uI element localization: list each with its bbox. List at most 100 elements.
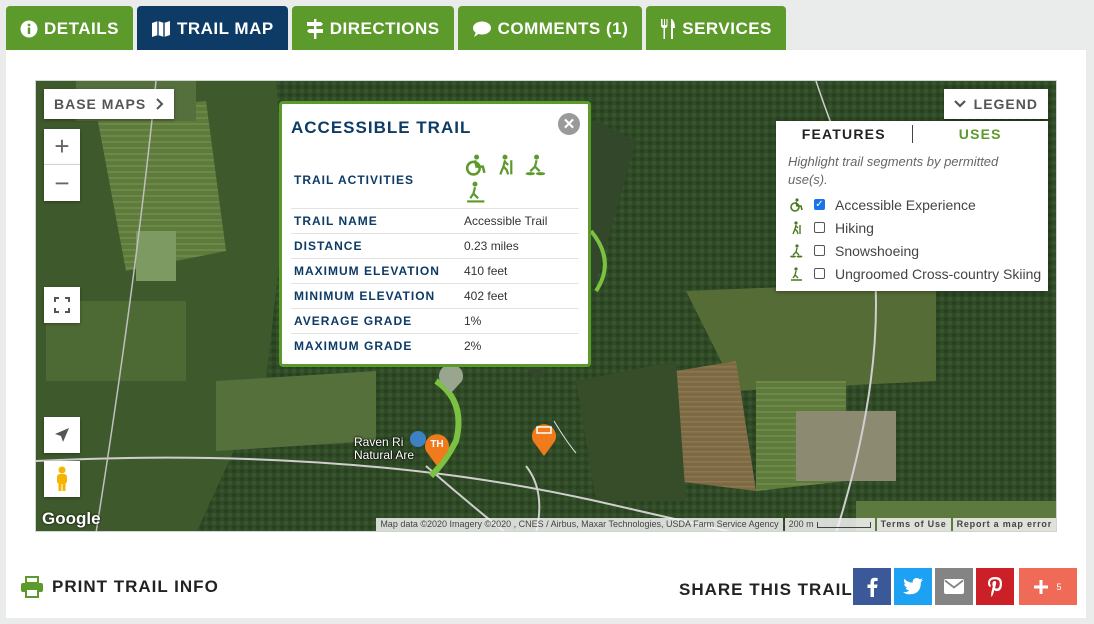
share-pinterest-button[interactable] xyxy=(976,568,1014,605)
tab-trail-map[interactable]: TRAIL MAP xyxy=(136,6,288,51)
base-maps-button[interactable]: BASE MAPS xyxy=(44,89,175,119)
row-key: TRAIL NAME xyxy=(291,208,464,234)
zoom-in-button[interactable]: + xyxy=(44,129,80,165)
scale-indicator: 200 m xyxy=(784,518,875,531)
legend-button-label: LEGEND xyxy=(973,96,1038,112)
tab-comments-label: COMMENTS (1) xyxy=(497,18,629,38)
trail-map[interactable]: TH BASE MAPS + − Google Raven Ri Natural… xyxy=(35,80,1057,532)
skier-icon xyxy=(464,181,486,206)
legend-panel: FEATURES USES Highlight trail segments b… xyxy=(776,121,1048,291)
table-row: TRAIL ACTIVITIES xyxy=(291,152,579,209)
info-icon xyxy=(20,20,38,38)
place-label-line2: Natural Are xyxy=(354,448,415,462)
envelope-icon xyxy=(944,579,964,594)
legend-tab-uses[interactable]: USES xyxy=(912,121,1048,147)
street-view-button[interactable] xyxy=(44,461,80,497)
place-label: Raven Ri Natural Are xyxy=(354,436,414,462)
wheelchair-icon xyxy=(464,154,486,179)
row-value: Accessible Trail xyxy=(464,208,579,234)
trail-info-popup: ACCESSIBLE TRAIL ✕ TRAIL ACTIVITIES TRAI… xyxy=(279,101,591,367)
tab-comments[interactable]: COMMENTS (1) xyxy=(457,6,643,51)
activities-label: TRAIL ACTIVITIES xyxy=(291,152,464,209)
legend-tab-features[interactable]: FEATURES xyxy=(776,125,913,143)
popup-title: ACCESSIBLE TRAIL xyxy=(291,118,472,137)
fullscreen-button[interactable] xyxy=(44,287,80,323)
report-error-link[interactable]: Report a map error xyxy=(952,518,1056,531)
chevron-right-icon xyxy=(156,98,164,110)
checkbox-snowshoeing[interactable] xyxy=(814,245,825,256)
tab-services-label: SERVICES xyxy=(682,18,772,38)
zoom-out-button[interactable]: − xyxy=(44,165,80,201)
snowshoe-icon xyxy=(524,154,546,179)
tab-details-label: DETAILS xyxy=(44,18,119,38)
hiker-icon xyxy=(786,220,806,235)
map-icon xyxy=(151,20,171,38)
tab-services[interactable]: SERVICES xyxy=(646,6,786,51)
signpost-icon xyxy=(306,18,324,39)
close-button[interactable]: ✕ xyxy=(558,113,580,135)
row-key: AVERAGE GRADE xyxy=(291,308,464,334)
legend-item-hiking[interactable]: Hiking xyxy=(776,216,1048,239)
scale-bar xyxy=(816,521,871,528)
skier-icon xyxy=(786,266,806,281)
row-key: MAXIMUM ELEVATION xyxy=(291,258,464,284)
close-icon: ✕ xyxy=(562,116,576,133)
activity-icons xyxy=(464,154,560,206)
row-key: DISTANCE xyxy=(291,233,464,259)
wheelchair-icon xyxy=(786,197,806,212)
comment-icon xyxy=(472,20,492,38)
table-row: TRAIL NAME Accessible Trail xyxy=(291,208,579,234)
attribution-text: Map data ©2020 Imagery ©2020 , CNES / Ai… xyxy=(376,518,783,531)
facebook-icon xyxy=(866,577,878,597)
legend-item-label: Snowshoeing xyxy=(835,242,920,259)
terms-link[interactable]: Terms of Use xyxy=(876,518,951,531)
checkbox-skiing[interactable] xyxy=(814,268,825,279)
table-row: MINIMUM ELEVATION 402 feet xyxy=(291,283,579,309)
google-logo: Google xyxy=(42,509,101,528)
legend-item-skiing[interactable]: Ungroomed Cross-country Skiing xyxy=(776,262,1048,285)
pinterest-icon xyxy=(987,576,1003,597)
tab-trail-map-label: TRAIL MAP xyxy=(176,18,274,38)
share-label: SHARE THIS TRAIL xyxy=(679,580,853,599)
row-value: 0.23 miles xyxy=(464,233,579,259)
tab-details[interactable]: DETAILS xyxy=(6,6,133,51)
legend-button[interactable]: LEGEND xyxy=(943,89,1048,119)
legend-item-accessible[interactable]: ✓ Accessible Experience xyxy=(776,193,1048,216)
row-key: MINIMUM ELEVATION xyxy=(291,283,464,309)
table-row: MAXIMUM ELEVATION 410 feet xyxy=(291,258,579,284)
chevron-down-icon xyxy=(953,100,966,108)
legend-item-label: Hiking xyxy=(835,219,874,236)
table-row: AVERAGE GRADE 1% xyxy=(291,308,579,334)
fullscreen-icon xyxy=(54,297,70,313)
legend-description: Highlight trail segments by permitted us… xyxy=(788,154,999,187)
twitter-icon xyxy=(903,578,923,595)
legend-item-label: Ungroomed Cross-country Skiing xyxy=(835,265,1042,282)
share-twitter-button[interactable] xyxy=(894,568,932,605)
share-more-button[interactable]: 5 xyxy=(1019,568,1077,605)
snowshoe-icon xyxy=(786,243,806,258)
legend-item-snowshoeing[interactable]: Snowshoeing xyxy=(776,239,1048,262)
tab-directions[interactable]: DIRECTIONS xyxy=(291,6,454,51)
printer-icon xyxy=(20,576,44,598)
pegman-icon xyxy=(55,466,69,492)
map-attribution: Map data ©2020 Imagery ©2020 , CNES / Ai… xyxy=(374,518,1056,531)
table-row: DISTANCE 0.23 miles xyxy=(291,233,579,259)
print-label: PRINT TRAIL INFO xyxy=(52,577,219,596)
legend-item-label: Accessible Experience xyxy=(835,196,976,213)
my-location-button[interactable] xyxy=(44,417,80,453)
share-facebook-button[interactable] xyxy=(853,568,891,605)
row-key: MAXIMUM GRADE xyxy=(294,338,413,353)
checkbox-accessible[interactable]: ✓ xyxy=(814,199,825,210)
location-arrow-icon xyxy=(54,427,70,443)
checkbox-hiking[interactable] xyxy=(814,222,825,233)
svg-text:TH: TH xyxy=(430,439,443,450)
plus-icon xyxy=(1034,579,1049,594)
print-trail-info-button[interactable]: PRINT TRAIL INFO xyxy=(20,576,219,598)
row-value: 410 feet xyxy=(464,258,579,284)
hiker-icon xyxy=(494,154,516,179)
row-value: 1% xyxy=(464,308,579,334)
legend-tabs: FEATURES USES xyxy=(776,121,1048,147)
fork-knife-icon xyxy=(660,18,676,39)
share-email-button[interactable] xyxy=(935,568,973,605)
scale-label: 200 m xyxy=(788,519,814,529)
